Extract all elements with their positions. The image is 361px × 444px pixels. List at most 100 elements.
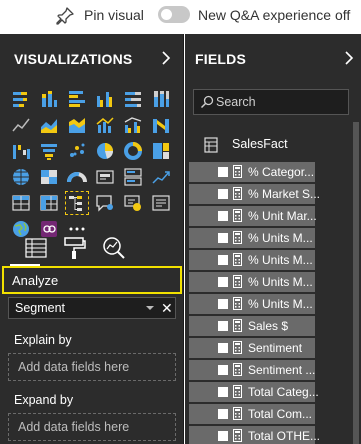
fields-tool-icon[interactable] [22, 234, 50, 262]
area-chart-icon[interactable] [38, 114, 60, 136]
clustered-bar-icon[interactable] [66, 88, 88, 110]
donut-icon[interactable] [122, 140, 144, 162]
qa-icon[interactable] [94, 192, 116, 214]
calculator-icon [233, 319, 242, 332]
decomposition-tree-icon[interactable] [65, 191, 89, 215]
filled-map-icon[interactable] [38, 166, 60, 188]
field-label: % Units M... [248, 231, 313, 245]
treemap-icon[interactable] [150, 140, 172, 162]
analytics-magnifier-icon[interactable] [100, 234, 128, 262]
explain-by-label: Explain by [14, 333, 72, 347]
field-row[interactable]: Total Categ... [189, 382, 319, 402]
stacked-area-icon[interactable] [66, 114, 88, 136]
fields-title: FIELDS [195, 51, 246, 67]
ribbon-chart-icon[interactable] [150, 114, 172, 136]
field-row[interactable]: % Market S... [189, 184, 320, 204]
field-checkbox[interactable] [218, 299, 228, 309]
field-row[interactable]: % Units M... [189, 250, 315, 270]
multirow-card-icon[interactable] [122, 166, 144, 188]
field-checkbox[interactable] [218, 387, 228, 397]
chevron-down-icon[interactable] [146, 306, 154, 310]
field-checkbox[interactable] [218, 189, 228, 199]
field-row[interactable]: % Categor... [189, 162, 315, 182]
map-icon[interactable] [10, 166, 32, 188]
field-row[interactable]: Sentiment ... [189, 360, 315, 380]
field-label: Sentiment ... [248, 363, 316, 377]
qa-experience-toggle[interactable] [158, 6, 190, 23]
calculator-icon [233, 165, 242, 178]
line-clustered-column-icon[interactable] [122, 114, 144, 136]
expand-by-label: Expand by [14, 393, 74, 407]
calculator-icon [233, 253, 242, 266]
field-label: Sales $ [248, 319, 289, 333]
field-row[interactable]: % Units M... [189, 272, 315, 292]
field-row[interactable]: Sentiment [189, 338, 315, 358]
analyze-label: Analyze [12, 273, 59, 288]
funnel-icon[interactable] [38, 140, 60, 162]
pane-tools [12, 234, 182, 264]
field-label: % Market S... [248, 187, 321, 201]
fields-pane: FIELDS Search SalesFact % Categor... % Ma… [185, 34, 361, 444]
fields-search-input[interactable]: Search [193, 89, 349, 115]
visualizations-title: VISUALIZATIONS [14, 51, 133, 67]
field-label: % Units M... [248, 253, 313, 267]
calculator-icon [233, 231, 242, 244]
field-row[interactable]: Total OTHE... [189, 426, 320, 444]
line-chart-icon[interactable] [10, 114, 32, 136]
100-bar-icon[interactable] [122, 88, 144, 110]
field-checkbox[interactable] [218, 321, 228, 331]
kpi-icon[interactable] [150, 166, 172, 188]
field-checkbox[interactable] [218, 211, 228, 221]
clustered-column-icon[interactable] [94, 88, 116, 110]
smart-narrative-icon[interactable] [150, 192, 172, 214]
field-row[interactable]: % Units M... [189, 294, 315, 314]
line-column-icon[interactable] [94, 114, 116, 136]
field-row[interactable]: % Units M... [189, 228, 315, 248]
stacked-bar-icon[interactable] [10, 88, 32, 110]
explain-by-drop-zone[interactable]: Add data fields here [8, 353, 176, 381]
field-checkbox[interactable] [218, 255, 228, 265]
field-checkbox[interactable] [218, 167, 228, 177]
stacked-column-icon[interactable] [38, 88, 60, 110]
calculator-icon [233, 363, 242, 376]
field-checkbox[interactable] [218, 343, 228, 353]
calculator-icon [233, 275, 242, 288]
field-label: Total Com... [248, 407, 313, 421]
matrix-icon[interactable] [38, 192, 60, 214]
pin-visual-label[interactable]: Pin visual [84, 7, 144, 23]
field-label: % Categor... [248, 165, 315, 179]
field-checkbox[interactable] [218, 409, 228, 419]
remove-field-icon[interactable]: ✕ [161, 300, 173, 317]
field-row[interactable]: % Unit Mar... [189, 206, 317, 226]
field-checkbox[interactable] [218, 431, 228, 441]
calculator-icon [233, 297, 242, 310]
field-checkbox[interactable] [218, 277, 228, 287]
field-checkbox[interactable] [218, 365, 228, 375]
field-checkbox[interactable] [218, 233, 228, 243]
segment-field-value: Segment [15, 301, 66, 315]
calculator-icon [233, 209, 242, 222]
collapse-fields-chevron-icon[interactable] [343, 50, 355, 66]
pie-icon[interactable] [94, 140, 116, 162]
search-icon [200, 95, 214, 109]
field-label: Total OTHE... [248, 429, 321, 443]
table-visual-icon[interactable] [10, 192, 32, 214]
field-label: % Units M... [248, 297, 313, 311]
card-icon[interactable] [94, 166, 116, 188]
waterfall-icon[interactable] [10, 140, 32, 162]
field-row[interactable]: Total Com... [189, 404, 315, 424]
expand-by-drop-zone[interactable]: Add data fields here [8, 413, 176, 441]
pin-icon[interactable] [55, 6, 75, 26]
fields-scrollbar[interactable] [353, 122, 359, 444]
collapse-visualizations-chevron-icon[interactable] [160, 50, 172, 66]
gauge-icon[interactable] [66, 166, 88, 188]
100-column-icon[interactable] [150, 88, 172, 110]
field-label: % Unit Mar... [248, 209, 317, 223]
format-paintroller-icon[interactable] [60, 234, 88, 262]
scatter-icon[interactable] [66, 140, 88, 162]
analyze-field-well[interactable]: Segment ✕ [8, 297, 176, 319]
table-name-salesfact[interactable]: SalesFact [232, 137, 288, 151]
search-placeholder: Search [216, 95, 256, 109]
key-influencers-icon[interactable] [122, 192, 144, 214]
field-row[interactable]: Sales $ [189, 316, 315, 336]
